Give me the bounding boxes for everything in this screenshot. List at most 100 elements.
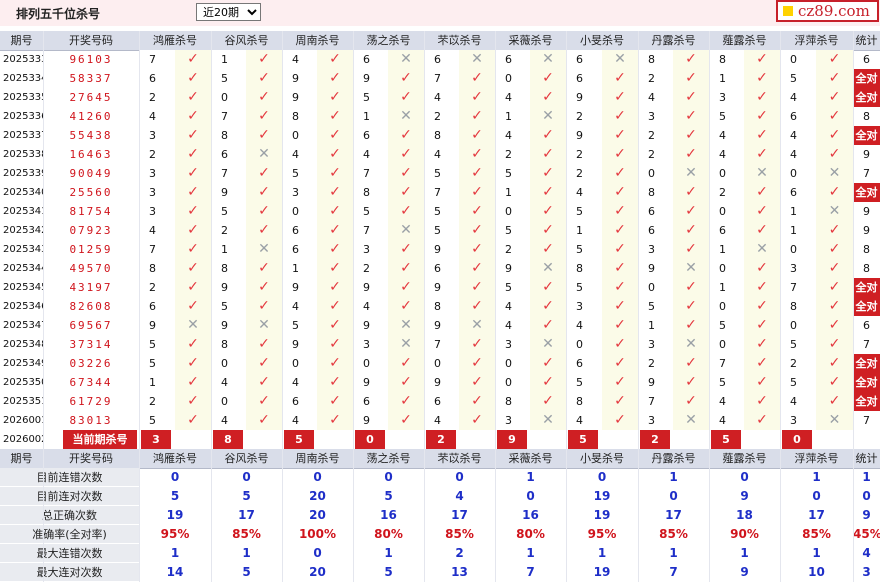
check-icon: ✓ [828, 70, 841, 86]
result-mark: ✓ [175, 240, 211, 259]
summary-header-cell: 荡之杀号 [353, 449, 424, 468]
result-mark: ✕ [388, 107, 424, 126]
check-icon: ✓ [329, 146, 341, 162]
summary-header-cell: 小旻杀号 [566, 449, 638, 468]
summary-value: 85% [659, 527, 688, 541]
summary-header-cell: 丹露杀号 [638, 449, 709, 468]
result-mark: ✓ [317, 183, 353, 202]
check-icon: ✓ [258, 393, 270, 409]
kill-number: 9 [211, 278, 246, 297]
check-icon: ✓ [756, 279, 768, 295]
result-mark: ✓ [816, 221, 853, 240]
result-mark: ✕ [459, 316, 495, 335]
result-mark: ✓ [388, 297, 424, 316]
kill-number: 4 [495, 126, 530, 145]
cross-icon: ✕ [471, 51, 483, 67]
check-icon: ✓ [542, 127, 554, 143]
table-row: 2025351 61729 2 ✓ 0 ✓ 6 ✓ 6 ✓ 6 ✓ 8 ✓ 8 ✓ 7 ✓ 4 ✓ 4 ✓ 全对 [0, 392, 880, 411]
result-mark: ✓ [744, 392, 780, 411]
check-icon: ✓ [828, 355, 841, 371]
result-mark: ✓ [317, 221, 353, 240]
check-icon: ✓ [542, 241, 554, 257]
kill-number: 7 [424, 335, 459, 354]
summary-value: 0 [170, 470, 180, 484]
check-icon: ✓ [614, 412, 626, 428]
check-icon: ✓ [685, 127, 697, 143]
column-divider [853, 31, 854, 582]
summary-value: 16 [380, 508, 397, 522]
check-icon: ✓ [828, 51, 841, 67]
kill-number: 9 [424, 373, 459, 392]
check-icon: ✓ [685, 241, 697, 257]
result-mark: ✕ [744, 240, 780, 259]
result-mark: ✓ [388, 183, 424, 202]
check-icon: ✓ [329, 317, 341, 333]
summary-row: 最大连对次数 14 5 20 5 13 7 19 7 9 10 3 [0, 563, 880, 582]
stat-cell: 8 [863, 243, 870, 256]
result-mark: ✓ [388, 240, 424, 259]
kill-number: 5 [709, 316, 744, 335]
result-mark: ✓ [816, 392, 853, 411]
check-icon: ✓ [542, 165, 554, 181]
draw-number-cell: 16463 [69, 148, 113, 161]
cross-icon: ✕ [258, 146, 270, 162]
table-header-cell: 期号 [0, 31, 43, 50]
result-mark: ✓ [816, 316, 853, 335]
current-kill-number: 3 [141, 430, 171, 449]
result-mark: ✓ [602, 126, 638, 145]
current-period-row: 2026002 当前期杀号3 8 5 0 2 9 5 2 5 0 [0, 430, 880, 449]
check-icon: ✓ [187, 108, 199, 124]
summary-value: 3 [862, 565, 871, 579]
result-mark: ✓ [530, 392, 566, 411]
all-correct-badge: 全对 [853, 373, 880, 392]
result-mark: ✕ [673, 335, 709, 354]
kill-number: 4 [780, 392, 816, 411]
all-correct-badge: 全对 [853, 126, 880, 145]
table-row: 2025344 49570 8 ✓ 8 ✓ 1 ✓ 2 ✓ 6 ✓ 9 ✕ 8 ✓ 9 ✕ 0 ✓ 3 ✓ 8 [0, 259, 880, 278]
check-icon: ✓ [329, 184, 341, 200]
kill-number: 6 [566, 69, 602, 88]
summary-value: 85% [802, 527, 831, 541]
draw-number-cell: 07923 [69, 224, 113, 237]
summary-value: 20 [309, 508, 326, 522]
cross-icon: ✕ [756, 165, 768, 181]
kill-number: 0 [282, 126, 317, 145]
check-icon: ✓ [614, 89, 626, 105]
check-icon: ✓ [471, 89, 483, 105]
summary-value: 1 [526, 470, 535, 484]
table-header-cell: 开奖号码 [43, 31, 139, 50]
draw-number-cell: 82608 [69, 300, 113, 313]
result-mark: ✓ [459, 259, 495, 278]
result-mark: ✓ [673, 107, 709, 126]
result-mark: ✓ [246, 335, 282, 354]
kill-number: 6 [566, 354, 602, 373]
result-mark: ✓ [388, 259, 424, 278]
current-kill-number: 8 [213, 430, 243, 449]
check-icon: ✓ [756, 89, 768, 105]
check-icon: ✓ [756, 222, 768, 238]
range-select[interactable]: 近20期 [196, 3, 261, 21]
check-icon: ✓ [471, 70, 483, 86]
check-icon: ✓ [187, 279, 199, 295]
check-icon: ✓ [828, 336, 841, 352]
check-icon: ✓ [685, 393, 697, 409]
result-mark: ✕ [673, 164, 709, 183]
kill-number: 1 [495, 107, 530, 126]
check-icon: ✓ [685, 203, 697, 219]
result-mark: ✓ [744, 259, 780, 278]
summary-value: 13 [451, 565, 468, 579]
kill-number: 6 [139, 297, 175, 316]
check-icon: ✓ [614, 279, 626, 295]
kill-number: 6 [353, 50, 388, 69]
table-row: 2025336 41260 4 ✓ 7 ✓ 8 ✓ 1 ✕ 2 ✓ 1 ✕ 2 ✓ 3 ✓ 5 ✓ 6 ✓ 8 [0, 107, 880, 126]
kill-number: 8 [495, 392, 530, 411]
check-icon: ✓ [329, 222, 341, 238]
check-icon: ✓ [400, 298, 412, 314]
kill-number: 9 [282, 69, 317, 88]
cross-icon: ✕ [828, 165, 841, 181]
kill-number: 6 [566, 50, 602, 69]
current-kill-number: 0 [782, 430, 812, 449]
kill-number: 9 [282, 88, 317, 107]
site-logo[interactable]: cz89.com [776, 0, 879, 22]
kill-number: 5 [424, 202, 459, 221]
